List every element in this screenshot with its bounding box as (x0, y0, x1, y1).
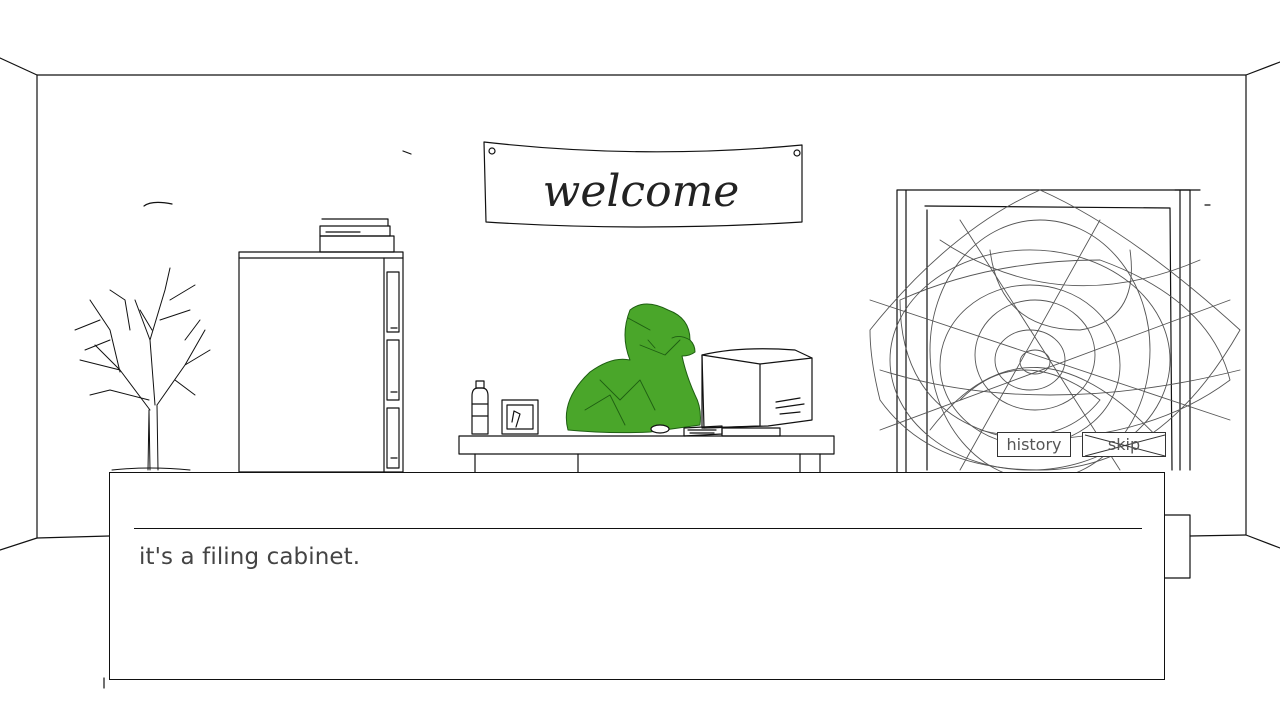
stray-mark (143, 201, 173, 207)
history-button[interactable]: history (997, 432, 1071, 457)
scribble-doorway (896, 189, 1211, 473)
welcome-banner: welcome (483, 141, 803, 228)
dialogue-divider (134, 528, 1142, 529)
potted-tree (74, 267, 211, 471)
game-screen[interactable]: welcome history skip it's a filing cabin… (0, 0, 1280, 720)
banner-text: welcome (543, 166, 740, 217)
skip-button[interactable]: skip (1082, 432, 1166, 457)
computer (683, 348, 813, 437)
dialogue-box[interactable]: it's a filing cabinet. (109, 472, 1165, 680)
filing-cabinet[interactable] (238, 218, 404, 473)
stray-mark (402, 150, 412, 155)
dialogue-text: it's a filing cabinet. (139, 544, 361, 570)
receptionist-character[interactable] (565, 303, 701, 434)
skip-label: skip (1107, 435, 1141, 454)
